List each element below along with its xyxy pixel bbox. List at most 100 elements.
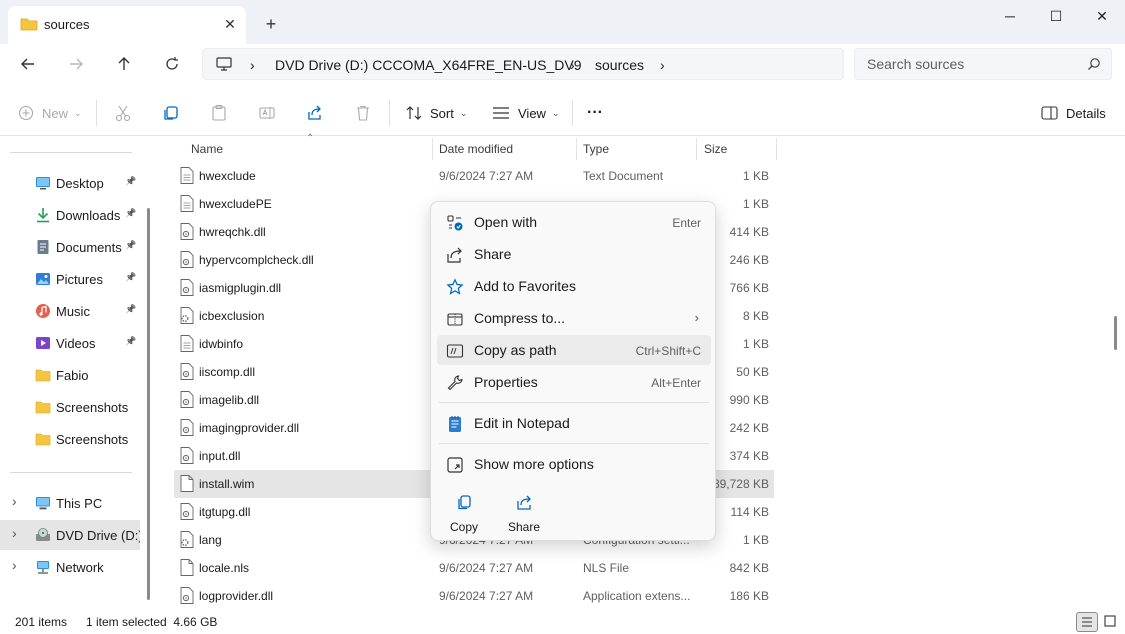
new-button[interactable]: New ⌄ — [18, 100, 82, 126]
context-share-button[interactable]: Share — [498, 490, 550, 534]
expand-chevron-icon[interactable]: › — [12, 493, 17, 509]
menu-item-show-more-options[interactable]: Show more options — [437, 449, 711, 479]
pin-icon[interactable]: 📌 — [125, 208, 136, 219]
pin-icon[interactable]: 📌 — [125, 336, 136, 347]
up-button[interactable] — [110, 52, 138, 80]
search-box[interactable] — [854, 48, 1112, 80]
menu-item-label: Add to Favorites — [474, 278, 576, 294]
column-divider[interactable] — [776, 138, 777, 160]
view-button[interactable]: View ⌄ — [492, 100, 560, 126]
column-divider[interactable] — [432, 138, 433, 160]
menu-item-edit-in-notepad[interactable]: Edit in Notepad — [437, 408, 711, 438]
sidebar-item-desktop[interactable]: Desktop 📌 — [0, 168, 145, 198]
breadcrumb-separator-icon: › — [570, 57, 575, 73]
tab-sources[interactable]: sources ✕ — [8, 6, 246, 44]
details-view-button[interactable] — [1076, 612, 1098, 632]
menu-item-copy-as-path[interactable]: Copy as path Ctrl+Shift+C — [437, 335, 711, 365]
dll-file-icon — [180, 587, 194, 604]
file-name: iiscomp.dll — [199, 365, 256, 379]
sidebar-item-documents[interactable]: Documents 📌 — [0, 232, 145, 262]
pin-icon[interactable]: 📌 — [125, 176, 136, 187]
expand-chevron-icon[interactable]: › — [12, 557, 17, 573]
sidebar-scrollbar[interactable] — [147, 208, 150, 600]
context-copy-button[interactable]: Copy — [438, 490, 490, 534]
view-lines-icon — [493, 107, 509, 119]
sidebar-item-music[interactable]: Music 📌 — [0, 296, 145, 326]
rename-icon — [259, 107, 275, 119]
tab-label: sources — [44, 17, 90, 32]
sort-button[interactable]: Sort ⌄ — [405, 100, 467, 126]
details-label: Details — [1066, 105, 1106, 121]
file-list-scrollbar[interactable] — [1114, 316, 1117, 350]
file-date: 9/6/2024 7:27 AM — [439, 561, 534, 575]
column-header-name[interactable]: Name — [191, 142, 223, 156]
pictures-icon — [35, 271, 51, 287]
copy-icon — [458, 495, 471, 510]
copy-button[interactable] — [162, 100, 180, 126]
menu-item-share[interactable]: Share — [437, 239, 711, 269]
menu-item-properties[interactable]: Properties Alt+Enter — [437, 367, 711, 397]
scissors-icon — [115, 105, 131, 122]
column-divider[interactable] — [696, 138, 697, 160]
menu-item-label: Properties — [474, 374, 538, 390]
chevron-down-icon: ⌄ — [551, 107, 560, 118]
back-arrow-icon — [21, 58, 34, 70]
pin-icon[interactable]: 📌 — [125, 272, 136, 283]
delete-button[interactable] — [354, 100, 372, 126]
cut-button[interactable] — [114, 100, 132, 126]
sidebar-item-label: Music — [56, 304, 90, 319]
forward-button[interactable] — [62, 52, 90, 80]
refresh-icon — [166, 57, 178, 70]
desktop-icon — [35, 175, 51, 191]
sidebar-item-label: Documents — [56, 240, 122, 255]
sidebar-item-fabio[interactable]: Fabio — [0, 360, 145, 390]
close-window-button[interactable]: ✕ — [1079, 2, 1125, 30]
tiles-view-button[interactable] — [1099, 612, 1121, 632]
menu-item-add-to-favorites[interactable]: Add to Favorites — [437, 271, 711, 301]
documents-icon — [35, 239, 51, 255]
file-name: imagelib.dll — [199, 393, 260, 407]
sidebar-item-this-pc[interactable]: › This PC — [0, 488, 145, 518]
refresh-button[interactable] — [158, 52, 186, 80]
pin-icon[interactable]: 📌 — [125, 304, 136, 315]
rename-button[interactable] — [258, 100, 276, 126]
search-input[interactable] — [867, 56, 1077, 72]
column-header-type[interactable]: Type — [583, 142, 609, 156]
menu-item-compress-to[interactable]: Compress to... › — [437, 303, 711, 333]
column-header-size[interactable]: Size — [704, 142, 727, 156]
more-options-button[interactable]: ··· — [587, 100, 603, 126]
file-row[interactable]: hwexclude 9/6/2024 7:27 AM Text Document 1 … — [174, 162, 774, 190]
sidebar-item-screenshots[interactable]: Screenshots — [0, 392, 145, 422]
sidebar-item-dvd-drive[interactable]: › DVD Drive (D:) C — [0, 520, 140, 550]
sidebar-item-network[interactable]: › Network — [0, 552, 145, 582]
back-button[interactable] — [14, 52, 42, 80]
breadcrumb-sources[interactable]: sources — [595, 57, 644, 73]
tab-close-icon[interactable]: ✕ — [220, 14, 240, 34]
minimize-button[interactable]: ─ — [987, 2, 1033, 30]
column-header-date[interactable]: Date modified — [439, 142, 513, 156]
address-bar[interactable]: › DVD Drive (D:) CCCOMA_X64FRE_EN-US_DV9… — [202, 48, 844, 80]
context-menu: Open with Enter Share Add to Favorites Compr… — [430, 201, 716, 541]
menu-item-open-with[interactable]: Open with Enter — [437, 207, 711, 237]
paste-button[interactable] — [210, 100, 228, 126]
sidebar-item-pictures[interactable]: Pictures 📌 — [0, 264, 145, 294]
share-icon — [517, 495, 531, 510]
trash-icon — [357, 105, 369, 121]
column-divider[interactable] — [576, 138, 577, 160]
file-row[interactable]: logprovider.dll 9/6/2024 7:27 AM Applicati… — [174, 582, 774, 610]
details-pane-button[interactable]: Details — [1041, 100, 1106, 126]
dll-file-icon — [180, 279, 194, 296]
new-tab-button[interactable]: + — [260, 13, 282, 35]
file-row[interactable]: locale.nls 9/6/2024 7:27 AM NLS File 842 KB — [174, 554, 774, 582]
share-toolbar-button[interactable] — [306, 100, 324, 126]
breadcrumb-dvd-drive[interactable]: DVD Drive (D:) CCCOMA_X64FRE_EN-US_DV9 — [275, 57, 582, 73]
pin-icon[interactable]: 📌 — [125, 240, 136, 251]
sidebar-item-videos[interactable]: Videos 📌 — [0, 328, 145, 358]
sidebar-item-downloads[interactable]: Downloads 📌 — [0, 200, 145, 230]
details-pane-icon — [1041, 106, 1058, 120]
status-bar: 201 items 1 item selected 4.66 GB — [0, 610, 1125, 634]
sidebar-item-screenshots[interactable]: Screenshots — [0, 424, 145, 454]
maximize-button[interactable]: ☐ — [1033, 2, 1079, 30]
expand-chevron-icon[interactable]: › — [12, 525, 17, 541]
file-type: NLS File — [583, 561, 630, 575]
